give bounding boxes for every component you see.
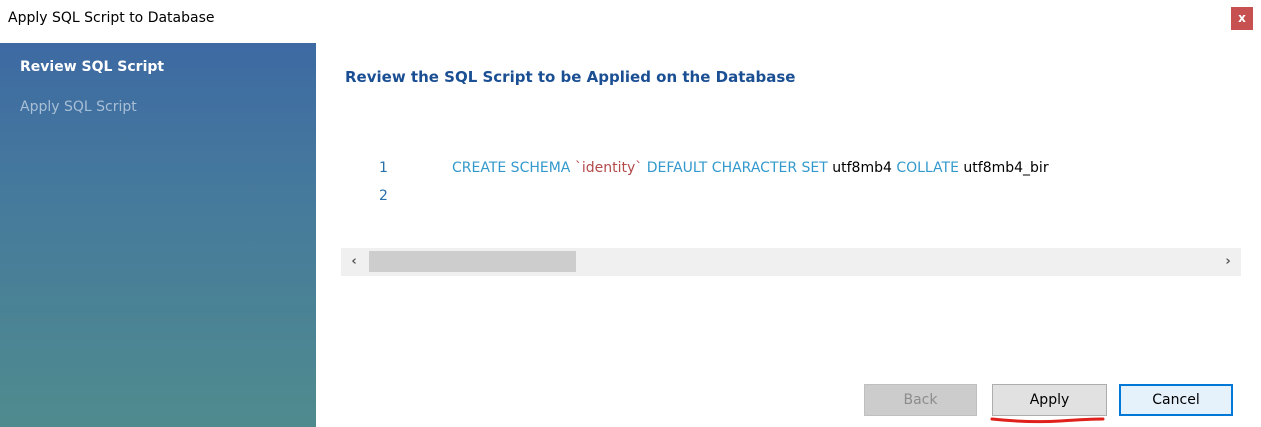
code-text: CREATE SCHEMA `identity` DEFAULT CHARACT… — [452, 160, 1049, 176]
sidebar-item-apply-sql-script: Apply SQL Script — [20, 99, 137, 115]
apply-sql-dialog: Apply SQL Script to Database x Review SQ… — [0, 0, 1261, 427]
code-line: 1 CREATE SCHEMA `identity` DEFAULT CHARA… — [341, 160, 1241, 182]
red-underline-annotation — [990, 417, 1105, 424]
sql-collation: utf8mb4_bir — [963, 160, 1049, 176]
sql-schema-name: `identity` — [574, 160, 643, 176]
line-number: 1 — [379, 160, 388, 176]
sidebar-item-review-sql-script: Review SQL Script — [20, 59, 165, 75]
cancel-button[interactable]: Cancel — [1119, 384, 1233, 416]
window-title: Apply SQL Script to Database — [8, 10, 215, 26]
horizontal-scrollbar[interactable]: ‹ › — [341, 248, 1241, 276]
sql-charset: utf8mb4 — [832, 160, 892, 176]
scroll-right-arrow-icon[interactable]: › — [1215, 248, 1241, 276]
scroll-left-arrow-icon[interactable]: ‹ — [341, 248, 367, 276]
back-button[interactable]: Back — [864, 384, 977, 416]
sql-script-editor[interactable]: 1 CREATE SCHEMA `identity` DEFAULT CHARA… — [341, 148, 1241, 248]
close-button[interactable]: x — [1231, 7, 1253, 30]
sql-keyword: CREATE SCHEMA — [452, 160, 575, 176]
scroll-thumb[interactable] — [369, 251, 576, 272]
line-number: 2 — [379, 188, 388, 204]
sql-keyword: COLLATE — [891, 160, 964, 176]
wizard-sidebar: Review SQL Script Apply SQL Script — [0, 43, 316, 427]
close-icon: x — [1238, 11, 1246, 25]
sql-keyword: DEFAULT CHARACTER SET — [642, 160, 833, 176]
apply-button[interactable]: Apply — [992, 384, 1107, 416]
page-heading: Review the SQL Script to be Applied on t… — [345, 68, 796, 86]
title-bar: Apply SQL Script to Database x — [0, 0, 1261, 38]
code-line: 2 — [341, 188, 1241, 210]
